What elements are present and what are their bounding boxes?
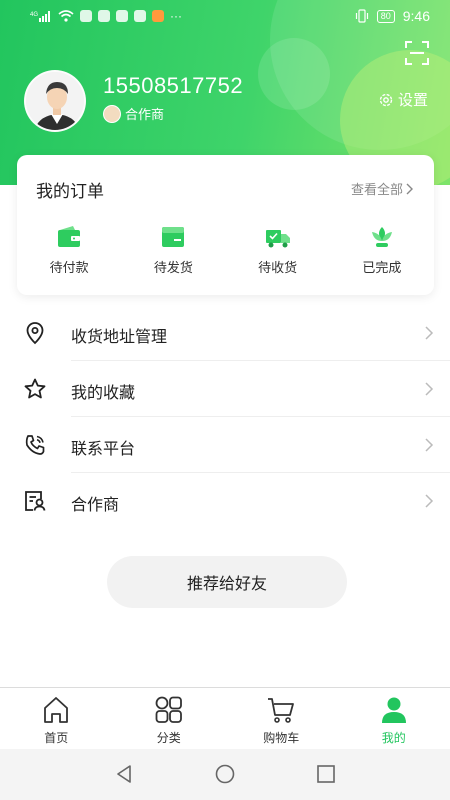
back-icon[interactable]: [113, 763, 135, 785]
tab-home[interactable]: 首页: [0, 688, 113, 749]
settings-label: 设置: [397, 92, 428, 109]
chevron-right-icon: [425, 494, 434, 508]
order-status-pending-shipment[interactable]: 待发货: [121, 223, 225, 276]
user-portrait-icon: [26, 72, 84, 130]
home-icon: [44, 697, 69, 723]
truck-icon: [265, 230, 290, 248]
app-icon: [152, 10, 164, 22]
menu-item-label: 合作商: [71, 497, 120, 514]
app-icon: [134, 10, 146, 22]
view-all-orders-link[interactable]: 查看全部: [351, 179, 414, 198]
status-bar: 4G ··· 80 9:46: [0, 0, 450, 34]
tab-label: 购物车: [263, 731, 300, 745]
menu-item-address[interactable]: 收货地址管理: [0, 305, 450, 361]
tab-mine[interactable]: 我的: [338, 688, 450, 749]
app-icon: [98, 10, 110, 22]
tab-cart[interactable]: 购物车: [225, 688, 338, 749]
chevron-right-icon: [425, 438, 434, 452]
chevron-right-icon: [406, 183, 413, 194]
header-decoration: [258, 38, 330, 110]
order-status-completed[interactable]: 已完成: [330, 223, 434, 276]
cart-icon: [268, 698, 295, 723]
order-status-label: 待付款: [49, 260, 89, 275]
settings-menu: 收货地址管理 我的收藏 联系平台 合作商: [0, 305, 450, 529]
settings-button[interactable]: 设置: [378, 89, 428, 110]
recents-icon[interactable]: [315, 763, 337, 785]
menu-item-label: 联系平台: [71, 441, 136, 458]
menu-item-label: 收货地址管理: [71, 329, 168, 346]
view-all-label: 查看全部: [350, 182, 403, 197]
chevron-right-icon: [425, 382, 434, 396]
more-dots-icon: ···: [170, 9, 182, 23]
order-status-label: 已完成: [362, 260, 402, 275]
orders-card: 我的订单 查看全部 待付款 待发货 待收货 已完成: [17, 155, 434, 295]
menu-item-contact[interactable]: 联系平台: [0, 417, 450, 473]
vibrate-icon: [355, 9, 368, 23]
order-status-label: 待发货: [153, 260, 193, 275]
menu-item-label: 我的收藏: [71, 385, 136, 402]
location-pin-icon: [26, 322, 44, 345]
order-status-pending-receipt[interactable]: 待收货: [226, 223, 330, 276]
signal-icon: 4G: [30, 11, 50, 22]
recommend-to-friend-button[interactable]: 推荐给好友: [107, 556, 347, 608]
avatar[interactable]: [24, 70, 86, 132]
phone-icon: [25, 435, 45, 455]
home-button-icon[interactable]: [214, 763, 236, 785]
system-navigation-bar: [0, 749, 450, 800]
tab-label: 首页: [44, 731, 69, 745]
lotus-icon: [371, 227, 392, 247]
category-grid-icon: [155, 696, 182, 723]
tab-label: 我的: [381, 731, 406, 745]
scan-icon[interactable]: [404, 40, 430, 66]
app-icon: [80, 10, 92, 22]
tab-category[interactable]: 分类: [113, 688, 226, 749]
chevron-right-icon: [425, 326, 434, 340]
menu-item-partner[interactable]: 合作商: [0, 473, 450, 529]
wallet-icon: [58, 226, 81, 247]
wifi-icon: [58, 10, 74, 22]
battery-icon: 80: [376, 9, 395, 23]
bottom-tab-bar: 首页 分类 购物车 我的: [0, 687, 450, 749]
user-role-label: 合作商: [125, 107, 165, 122]
order-status-pending-payment[interactable]: 待付款: [17, 223, 121, 276]
status-time: 9:46: [402, 8, 430, 24]
user-icon: [381, 697, 406, 723]
partner-card-icon: [25, 491, 46, 511]
app-icon: [116, 10, 128, 22]
user-phone: 15508517752: [103, 73, 244, 98]
menu-item-favorites[interactable]: 我的收藏: [0, 361, 450, 417]
partner-badge-icon: [103, 104, 121, 123]
gear-icon: [379, 93, 393, 106]
tab-label: 分类: [156, 731, 181, 745]
svg-text:4G: 4G: [30, 12, 38, 18]
order-status-label: 待收货: [258, 260, 298, 275]
orders-title: 我的订单: [36, 182, 104, 201]
package-icon: [162, 227, 185, 247]
star-icon: [24, 378, 46, 399]
user-role: 合作商: [103, 104, 164, 123]
